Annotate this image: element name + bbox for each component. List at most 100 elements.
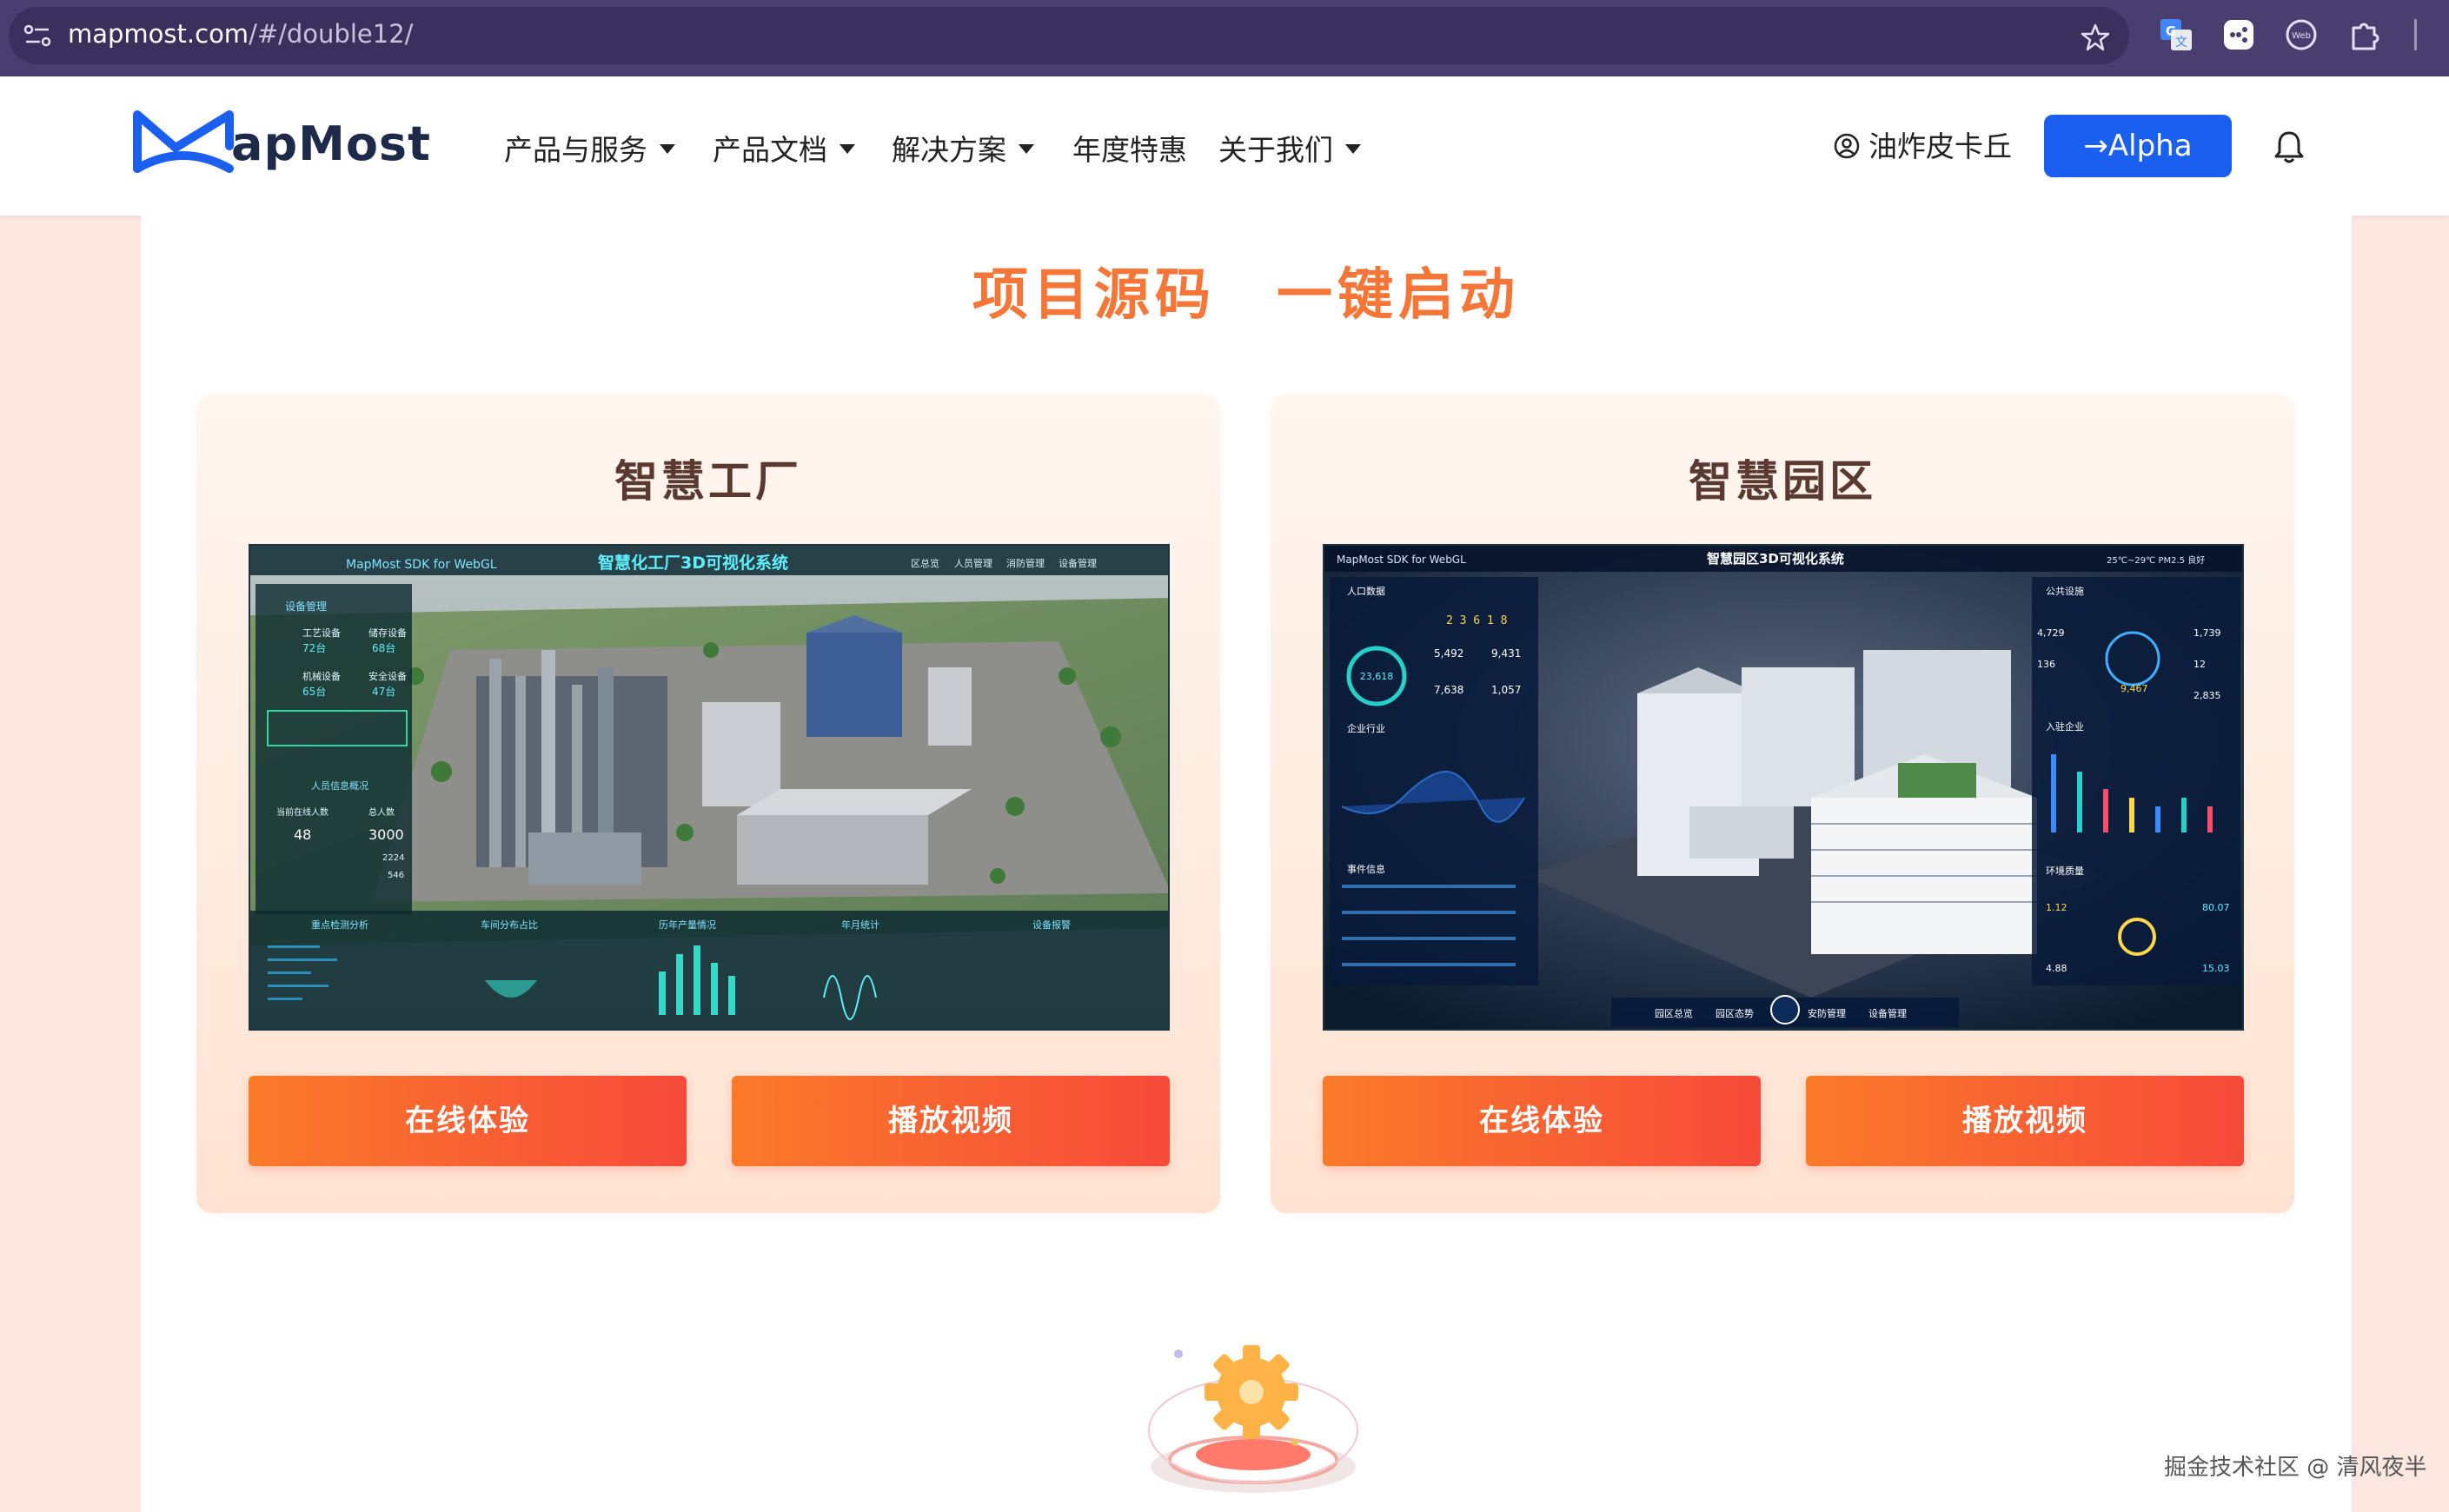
image-brand: MapMost SDK for WebGL [346,558,497,572]
gear-3d-illustration [1148,1345,1358,1493]
url-path: /#/double12/ [249,19,414,49]
caret-down-icon [660,144,675,154]
image-title: 智慧化工厂3D可视化系统 [598,553,788,573]
environment-value: 4.88 [2046,963,2067,974]
project-card-smart-park: 智慧园区 MapMost SDK for WebGL 智慧园区3D可视化系统 2… [1271,395,2294,1213]
equipment-panel: 设备管理 [285,600,327,613]
bottom-panel-title: 历年产量情况 [659,918,716,931]
smart-factory-preview-image[interactable]: MapMost SDK for WebGL 智慧化工厂3D可视化系统 区总览 人… [249,544,1170,1031]
nav-annual-offer[interactable]: 年度特惠 [1072,129,1187,172]
online-demo-button[interactable]: 在线体验 [1323,1076,1761,1166]
image-tab: 人员管理 [954,557,992,569]
bell-icon[interactable] [2272,129,2306,165]
image-title: 智慧园区3D可视化系统 [1707,551,1844,567]
site-header: apMost 产品与服务 产品文档 解决方案 年度特惠 关于我们 油炸皮卡丘 →… [0,76,2449,216]
nav-about-us[interactable]: 关于我们 [1218,129,1361,172]
image-weather: 25℃~29℃ PM2.5 良好 [2107,554,2205,566]
url-host: mapmost.com [68,19,249,49]
public-panel: 公共设施 [2046,586,2084,597]
alpha-button[interactable]: →Alpha [2044,115,2232,177]
caret-down-icon [1019,144,1034,154]
nav-solutions[interactable]: 解决方案 [892,129,1034,172]
toolbar-divider [2414,19,2417,50]
environment-value: 80.07 [2202,902,2230,913]
game-extension-icon[interactable] [2221,17,2256,52]
process-value: 72台 [302,641,326,654]
caret-down-icon [840,144,855,154]
population-value: 7,638 [1434,684,1463,696]
metric-b: 546 [388,871,404,880]
storage-value: 68台 [372,641,395,654]
play-video-button[interactable]: 播放视频 [1806,1076,2244,1166]
personnel-current-value: 48 [294,826,311,843]
metric-a: 2224 [382,853,404,863]
watermark: 掘金技术社区 @ 清风夜半 [2164,1455,2427,1481]
nav-product-docs[interactable]: 产品文档 [713,129,855,172]
personnel-panel: 人员信息概况 [311,779,368,792]
bottom-panel-title: 重点检测分析 [311,918,368,931]
translate-extension-icon[interactable]: G 文 [2159,17,2193,52]
image-brand: MapMost SDK for WebGL [1337,554,1466,566]
public-value: 136 [2037,659,2055,670]
process-equipment: 工艺设备 [302,627,341,639]
section-title: 项目源码 一键启动 [972,263,1520,328]
extensions-puzzle-icon[interactable] [2346,17,2381,52]
nav-products-services[interactable]: 产品与服务 [504,129,675,172]
environment-value: 1.12 [2046,902,2067,913]
site-info-icon[interactable] [23,23,52,49]
population-value: 5,492 [1434,647,1463,660]
address-bar[interactable]: mapmost.com/#/double12/ [9,7,2129,64]
play-video-button[interactable]: 播放视频 [732,1076,1170,1166]
mechanical-value: 65台 [302,685,326,698]
image-tab: 区总览 [911,557,939,569]
main-content: 项目源码 一键启动 智慧工厂 MapMost SDK for WebGL 智慧化… [141,216,2352,1512]
image-nav-item: 安防管理 [1808,1007,1846,1019]
online-demo-button[interactable]: 在线体验 [249,1076,687,1166]
environment-panel: 环境质量 [2046,865,2084,877]
image-nav-item: 设备管理 [1868,1007,1907,1019]
caret-down-icon [1345,144,1361,154]
user-account[interactable]: 油炸皮卡丘 [1834,125,2012,169]
population-total: 23,618 [1360,671,1394,682]
events-panel: 事件信息 [1347,863,1385,875]
bottom-panel-title: 设备报警 [1032,918,1071,931]
population-counter: 2 3 6 1 8 [1446,614,1507,627]
nav-label: 关于我们 [1218,133,1333,167]
factory-dashboard-illustration: MapMost SDK for WebGL 智慧化工厂3D可视化系统 区总览 人… [250,546,1168,1029]
nav-label: 年度特惠 [1072,133,1187,167]
public-value: 2,835 [2193,690,2221,701]
web-extension-icon[interactable]: Web [2284,17,2319,52]
card-title: 智慧园区 [1689,456,1876,507]
nav-label: 产品文档 [713,133,827,167]
bottom-panel-title: 车间分布占比 [481,918,538,931]
nav-label: 产品与服务 [504,133,647,167]
population-panel: 人口数据 [1347,585,1385,597]
url-text[interactable]: mapmost.com/#/double12/ [68,19,413,49]
card-title: 智慧工厂 [614,456,802,507]
population-value: 1,057 [1491,684,1521,696]
industry-panel: 企业行业 [1347,722,1385,734]
enterprises-panel: 入驻企业 [2046,720,2084,733]
image-nav-item: 园区态势 [1716,1008,1754,1019]
storage-equipment: 储存设备 [368,627,407,639]
bookmark-star-icon[interactable] [2081,23,2110,52]
bottom-panel-title: 年月统计 [841,918,879,931]
image-nav-item: 园区总览 [1655,1007,1693,1019]
environment-value: 15.03 [2202,963,2230,974]
nav-label: 解决方案 [892,133,1006,167]
personnel-current: 当前在线人数 [276,806,329,818]
personnel-total: 总人数 [368,806,395,818]
safety-equipment: 安全设备 [368,670,407,682]
logo-text[interactable]: apMost [231,116,431,171]
browser-toolbar: mapmost.com/#/double12/ G 文 Web [0,0,2449,76]
svg-text:Web: Web [2292,31,2311,41]
smart-park-preview-image[interactable]: MapMost SDK for WebGL 智慧园区3D可视化系统 25℃~29… [1323,544,2244,1031]
personnel-total-value: 3000 [368,826,404,843]
public-value: 1,739 [2193,627,2221,639]
population-value: 9,431 [1491,647,1521,660]
safety-value: 47台 [372,685,395,698]
image-tab: 设备管理 [1059,557,1097,569]
user-icon [1834,133,1860,158]
park-dashboard-illustration: MapMost SDK for WebGL 智慧园区3D可视化系统 25℃~29… [1324,546,2242,1029]
mechanical-equipment: 机械设备 [302,670,341,682]
